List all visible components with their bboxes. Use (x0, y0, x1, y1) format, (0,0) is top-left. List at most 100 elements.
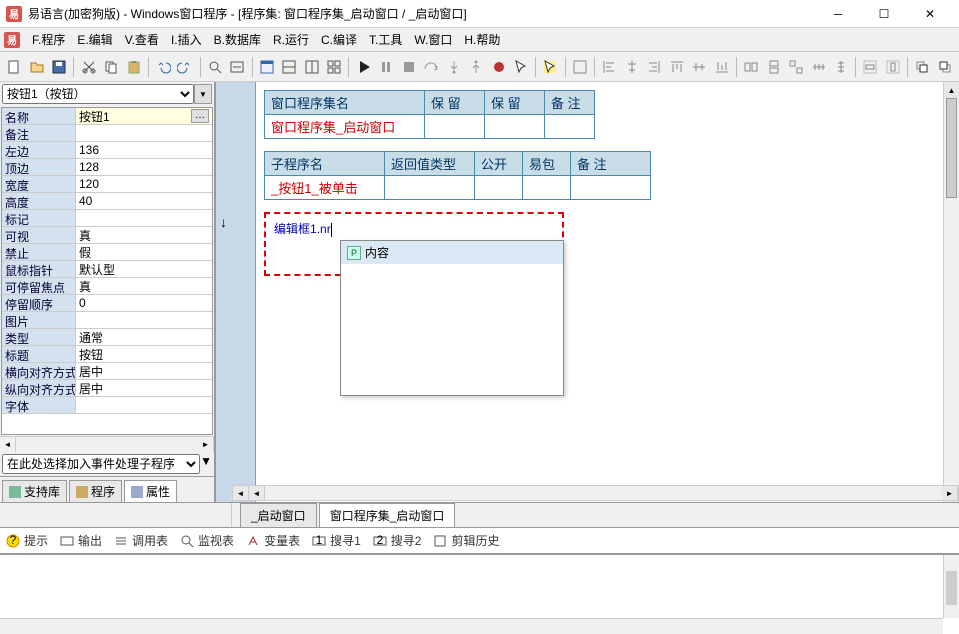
object-selector-btn[interactable]: ▼ (194, 84, 212, 104)
prop-row[interactable]: 鼠标指针默认型 (2, 261, 212, 278)
tooltab-search2[interactable]: 2搜寻2 (373, 532, 422, 549)
prop-val[interactable]: 通常 (76, 329, 212, 345)
stop-icon[interactable] (398, 56, 418, 78)
prop-val[interactable]: 真 (76, 278, 212, 294)
tab-properties[interactable]: 属性 (124, 480, 177, 502)
menu-compile[interactable]: C.编译 (315, 29, 363, 50)
scroll-left2-icon[interactable]: ◄ (249, 486, 265, 500)
prop-row[interactable]: 横向对齐方式居中 (2, 363, 212, 380)
prop-row[interactable]: 字体 (2, 397, 212, 414)
scroll-right-icon[interactable]: ► (198, 437, 214, 452)
prop-val[interactable]: 128 (76, 159, 212, 175)
align-middle-icon[interactable] (689, 56, 709, 78)
output-vscroll[interactable] (943, 555, 959, 618)
prop-row[interactable]: 备注 (2, 125, 212, 142)
event-selector[interactable]: 在此处选择加入事件处理子程序 (2, 454, 200, 474)
output-hscroll[interactable] (0, 618, 943, 634)
open-file-icon[interactable] (26, 56, 46, 78)
find-icon[interactable] (205, 56, 225, 78)
maximize-button[interactable]: ☐ (861, 0, 907, 28)
scroll-up-icon[interactable]: ▲ (944, 82, 959, 98)
tooltab-calltable[interactable]: 调用表 (114, 532, 168, 549)
prop-val[interactable] (76, 312, 212, 328)
menu-window[interactable]: W.窗口 (408, 29, 458, 50)
same-size-icon[interactable] (786, 56, 806, 78)
object-selector[interactable]: 按钮1（按钮） (2, 84, 194, 104)
redo-icon[interactable] (175, 56, 195, 78)
distribute-h-icon[interactable] (808, 56, 828, 78)
copy-icon[interactable] (101, 56, 121, 78)
tab-program[interactable]: 程序 (69, 480, 122, 502)
prop-row[interactable]: 宽度120 (2, 176, 212, 193)
same-height-icon[interactable] (763, 56, 783, 78)
tab-support-lib[interactable]: 支持库 (2, 480, 67, 502)
editor-vscroll[interactable]: ▲ ▼ (943, 82, 959, 502)
autocomplete-item[interactable]: P 内容 (341, 241, 563, 264)
form-icon[interactable] (257, 56, 277, 78)
menu-database[interactable]: B.数据库 (208, 29, 267, 50)
menu-insert[interactable]: I.插入 (165, 29, 208, 50)
prop-val[interactable]: 40 (76, 193, 212, 209)
menu-edit[interactable]: E.编辑 (71, 29, 118, 50)
doctab-form[interactable]: _启动窗口 (240, 503, 317, 527)
group-icon[interactable] (570, 56, 590, 78)
prop-row[interactable]: 类型通常 (2, 329, 212, 346)
prop-val[interactable]: 居中 (76, 380, 212, 396)
menu-file[interactable]: F.程序 (26, 29, 71, 50)
send-back-icon[interactable] (935, 56, 955, 78)
reserved-cell-1[interactable] (425, 115, 485, 139)
tooltab-tip[interactable]: ?提示 (6, 532, 48, 549)
prop-row[interactable]: 标记 (2, 210, 212, 227)
prop-val[interactable]: 120 (76, 176, 212, 192)
event-selector-btn[interactable]: ▼ (200, 454, 212, 474)
prop-val[interactable]: 默认型 (76, 261, 212, 277)
replace-icon[interactable] (227, 56, 247, 78)
prop-row[interactable]: 禁止假 (2, 244, 212, 261)
bring-front-icon[interactable] (912, 56, 932, 78)
align-top-icon[interactable] (666, 56, 686, 78)
step-out-icon[interactable] (466, 56, 486, 78)
prop-row[interactable]: 停留顺序0 (2, 295, 212, 312)
editor-body[interactable]: 窗口程序集名 保 留 保 留 备 注 窗口程序集_启动窗口 子程序名 返回值类型… (256, 82, 943, 502)
save-icon[interactable] (49, 56, 69, 78)
cursor-icon[interactable] (511, 56, 531, 78)
module-name-cell[interactable]: 窗口程序集_启动窗口 (265, 115, 425, 139)
prop-row[interactable]: 高度40 (2, 193, 212, 210)
public-cell[interactable] (475, 176, 523, 200)
align-bottom-icon[interactable] (711, 56, 731, 78)
editor-gutter[interactable]: ↓ (216, 82, 256, 502)
paste-icon[interactable] (123, 56, 143, 78)
new-file-icon[interactable] (4, 56, 24, 78)
scroll-right-icon[interactable]: ► (942, 486, 958, 500)
prop-row[interactable]: 可停留焦点真 (2, 278, 212, 295)
return-type-cell[interactable] (385, 176, 475, 200)
tooltab-watch[interactable]: 监视表 (180, 532, 234, 549)
align-right-icon[interactable] (644, 56, 664, 78)
prop-val[interactable]: 真 (76, 227, 212, 243)
prop-val[interactable] (76, 397, 212, 413)
close-button[interactable]: ✕ (907, 0, 953, 28)
prop-val[interactable]: 0 (76, 295, 212, 311)
highlight-icon[interactable] (540, 56, 560, 78)
menu-help[interactable]: H.帮助 (458, 29, 506, 50)
same-width-icon[interactable] (741, 56, 761, 78)
prop-row[interactable]: 名称按钮1… (2, 108, 212, 125)
split-h-icon[interactable] (279, 56, 299, 78)
scroll-thumb[interactable] (946, 571, 957, 605)
prop-ellipsis-button[interactable]: … (191, 109, 209, 123)
scroll-left-icon[interactable]: ◄ (0, 437, 16, 452)
prop-val[interactable]: 按钮1… (76, 108, 212, 124)
run-icon[interactable] (353, 56, 373, 78)
prop-val[interactable]: 136 (76, 142, 212, 158)
tooltab-cliphistory[interactable]: 剪辑历史 (433, 532, 499, 549)
tooltab-output[interactable]: 输出 (60, 532, 102, 549)
menu-run[interactable]: R.运行 (267, 29, 315, 50)
menu-tools[interactable]: T.工具 (363, 29, 408, 50)
prop-row[interactable]: 纵向对齐方式居中 (2, 380, 212, 397)
cut-icon[interactable] (78, 56, 98, 78)
prop-row[interactable]: 左边136 (2, 142, 212, 159)
prop-val[interactable]: 假 (76, 244, 212, 260)
remark2-cell[interactable] (571, 176, 651, 200)
center-h-icon[interactable] (860, 56, 880, 78)
tile-icon[interactable] (324, 56, 344, 78)
